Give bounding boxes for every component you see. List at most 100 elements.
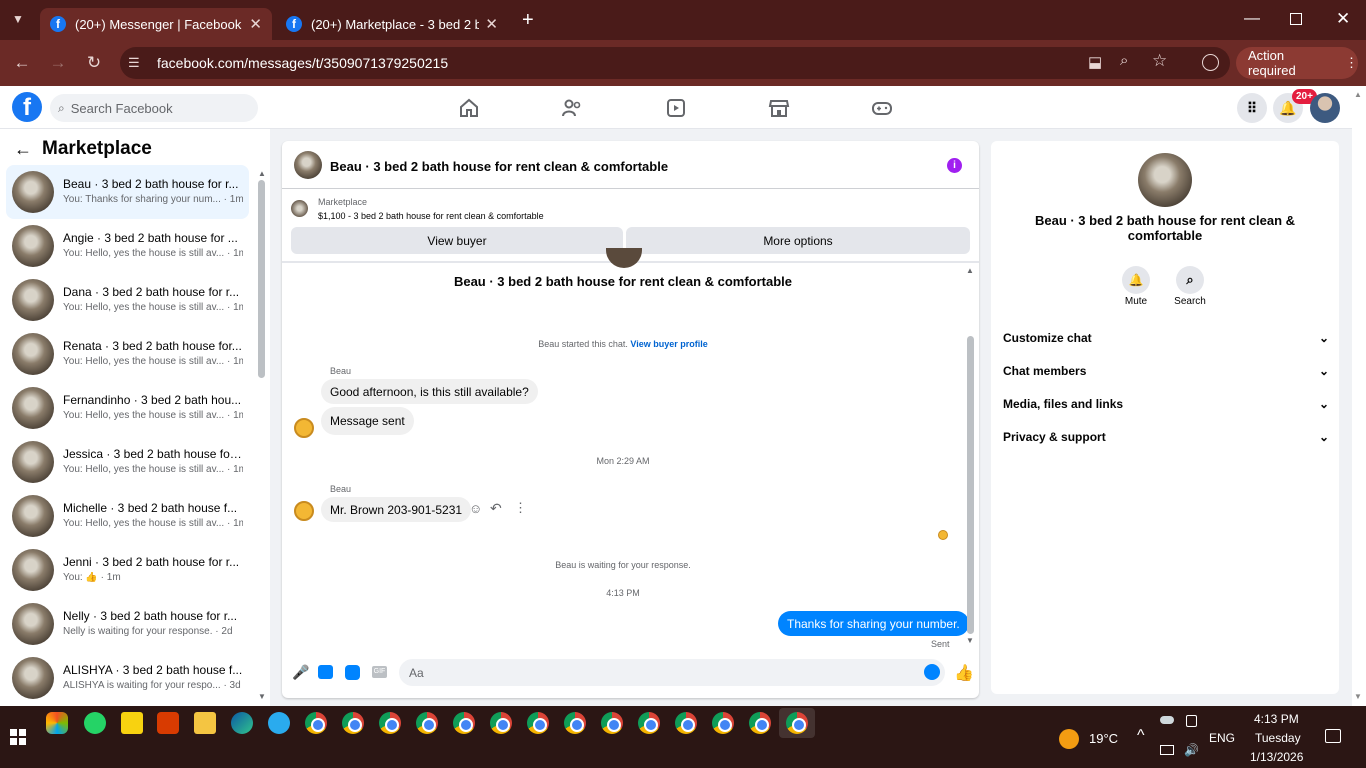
back-arrow-icon[interactable]: ← <box>14 139 32 160</box>
windows-start-icon[interactable] <box>10 729 26 745</box>
conversation-item[interactable]: Jessica · 3 bed 2 bath house for... You:… <box>6 435 249 489</box>
whatsapp-icon[interactable] <box>84 712 106 734</box>
forward-icon[interactable]: → <box>46 51 70 75</box>
close-tab-icon[interactable]: ✕ <box>485 15 498 33</box>
minimize-window-icon[interactable]: — <box>1244 10 1260 28</box>
weather-sun-icon[interactable] <box>1059 729 1079 749</box>
chrome-icon[interactable] <box>379 712 401 734</box>
message-bubble[interactable]: Good afternoon, is this still available? <box>321 379 538 404</box>
account-avatar[interactable] <box>1310 93 1340 123</box>
clock-time[interactable]: 4:13 PM <box>1254 712 1299 726</box>
chrome-icon[interactable] <box>786 712 808 734</box>
camera-icon[interactable] <box>1186 715 1197 727</box>
chat-scroll-down[interactable]: ▼ <box>966 636 974 645</box>
conversation-item[interactable]: Renata · 3 bed 2 bath house for... You: … <box>6 327 249 381</box>
chrome-icon[interactable] <box>675 712 697 734</box>
file-explorer-icon[interactable] <box>194 712 216 734</box>
page-scrollbar-down[interactable]: ▼ <box>1354 692 1362 701</box>
chrome-icon[interactable] <box>601 712 623 734</box>
telegram-icon[interactable] <box>268 712 290 734</box>
install-app-icon[interactable]: ⬓ <box>1088 53 1102 71</box>
action-required-button[interactable]: Action required ⋮ <box>1236 47 1358 79</box>
chat-scroll-up[interactable]: ▲ <box>966 266 974 275</box>
network-icon[interactable] <box>1160 745 1174 755</box>
chrome-icon[interactable] <box>712 712 734 734</box>
weather-temp[interactable]: 19°C <box>1089 731 1118 746</box>
thumbs-up-icon[interactable]: 👍 <box>954 663 974 683</box>
facebook-logo-icon[interactable]: f <box>12 92 42 122</box>
restore-window-icon[interactable] <box>1290 13 1302 25</box>
chrome-icon[interactable] <box>638 712 660 734</box>
sticky-notes-icon[interactable] <box>121 712 143 734</box>
chrome-icon[interactable] <box>749 712 771 734</box>
conversation-item[interactable]: ALISHYA · 3 bed 2 bath house f... ALISHY… <box>6 651 249 705</box>
search-facebook-input[interactable]: ⌕ Search Facebook <box>50 94 258 122</box>
conversation-item[interactable]: Michelle · 3 bed 2 bath house f... You: … <box>6 489 249 543</box>
media-files-links-row[interactable]: Media, files and links ⌄ <box>1003 397 1329 411</box>
site-info-icon[interactable]: ☰ <box>128 55 140 71</box>
close-window-icon[interactable]: ✕ <box>1336 9 1350 29</box>
volume-icon[interactable]: 🔊 <box>1184 743 1199 757</box>
tab-messenger[interactable]: f (20+) Messenger | Facebook ✕ <box>40 8 272 40</box>
mute-button[interactable]: 🔔 <box>1122 266 1150 294</box>
sidebar-scrollbar[interactable] <box>258 180 265 378</box>
view-buyer-profile-link[interactable]: View buyer profile <box>630 339 707 349</box>
profile-icon[interactable] <box>1202 54 1219 71</box>
clock-date[interactable]: 1/13/2026 <box>1250 750 1303 764</box>
sidebar-scroll-down[interactable]: ▼ <box>258 692 266 701</box>
clock-day[interactable]: Tuesday <box>1255 731 1301 745</box>
search-conversation-button[interactable]: ⌕ <box>1176 266 1204 294</box>
message-input[interactable] <box>399 659 945 686</box>
marketplace-icon[interactable] <box>768 98 790 118</box>
conversation-item[interactable]: Angie · 3 bed 2 bath house for ... You: … <box>6 219 249 273</box>
chat-header-avatar[interactable] <box>294 151 322 179</box>
new-tab-icon[interactable]: + <box>522 9 534 32</box>
onedrive-icon[interactable] <box>1160 716 1174 724</box>
back-icon[interactable]: ← <box>10 51 34 75</box>
chat-members-row[interactable]: Chat members ⌄ <box>1003 364 1329 378</box>
friends-icon[interactable] <box>561 98 583 118</box>
video-icon[interactable] <box>665 98 687 118</box>
attach-photo-icon[interactable] <box>318 665 333 679</box>
customize-chat-row[interactable]: Customize chat ⌄ <box>1003 331 1329 345</box>
chrome-icon[interactable] <box>490 712 512 734</box>
more-options-button[interactable]: More options <box>626 227 970 254</box>
notification-center-icon[interactable] <box>1325 729 1341 743</box>
emoji-icon[interactable] <box>924 664 940 680</box>
listing-price-title[interactable]: $1,100 - 3 bed 2 bath house for rent cle… <box>318 211 544 221</box>
edge-icon[interactable] <box>231 712 253 734</box>
scrollbar-up-arrow[interactable]: ▲ <box>1354 90 1362 99</box>
react-icon[interactable]: ☺ <box>469 501 482 516</box>
chrome-icon[interactable] <box>305 712 327 734</box>
gaming-icon[interactable] <box>871 98 893 118</box>
my-message-bubble[interactable]: Thanks for sharing your number. <box>778 611 969 636</box>
conversation-item[interactable]: Nelly · 3 bed 2 bath house for r... Nell… <box>6 597 249 651</box>
close-tab-icon[interactable]: ✕ <box>249 15 262 33</box>
chat-scrollbar[interactable] <box>967 336 974 634</box>
chrome-icon[interactable] <box>453 712 475 734</box>
microphone-icon[interactable]: 🎤 <box>292 664 309 681</box>
message-bubble[interactable]: Mr. Brown 203-901-5231 <box>321 497 472 522</box>
conversation-item[interactable]: Jenni · 3 bed 2 bath house for r... You:… <box>6 543 249 597</box>
menu-grid-button[interactable]: ⠿ <box>1237 93 1267 123</box>
more-actions-icon[interactable]: ⋮ <box>514 500 527 516</box>
chrome-icon[interactable] <box>527 712 549 734</box>
sidebar-scroll-up[interactable]: ▲ <box>258 169 266 178</box>
copilot-icon[interactable] <box>46 712 68 734</box>
tab-marketplace[interactable]: f (20+) Marketplace - 3 bed 2 bath ✕ <box>276 8 508 40</box>
url-text[interactable]: facebook.com/messages/t/3509071379250215 <box>157 55 448 71</box>
info-avatar[interactable] <box>1138 153 1192 207</box>
privacy-support-row[interactable]: Privacy & support ⌄ <box>1003 430 1329 444</box>
message-bubble[interactable]: Message sent <box>321 407 414 435</box>
chrome-icon[interactable] <box>564 712 586 734</box>
chrome-icon[interactable] <box>416 712 438 734</box>
conversation-item[interactable]: Dana · 3 bed 2 bath house for r... You: … <box>6 273 249 327</box>
language-indicator[interactable]: ENG <box>1209 731 1235 745</box>
chat-header-title[interactable]: Beau · 3 bed 2 bath house for rent clean… <box>330 159 668 174</box>
zoom-icon[interactable]: ⌕ <box>1120 52 1128 69</box>
app-icon[interactable] <box>157 712 179 734</box>
bookmark-star-icon[interactable]: ☆ <box>1152 51 1167 71</box>
conversation-item[interactable]: Beau · 3 bed 2 bath house for r... You: … <box>6 165 249 219</box>
chrome-icon[interactable] <box>342 712 364 734</box>
conversation-item[interactable]: Fernandinho · 3 bed 2 bath hou... You: H… <box>6 381 249 435</box>
